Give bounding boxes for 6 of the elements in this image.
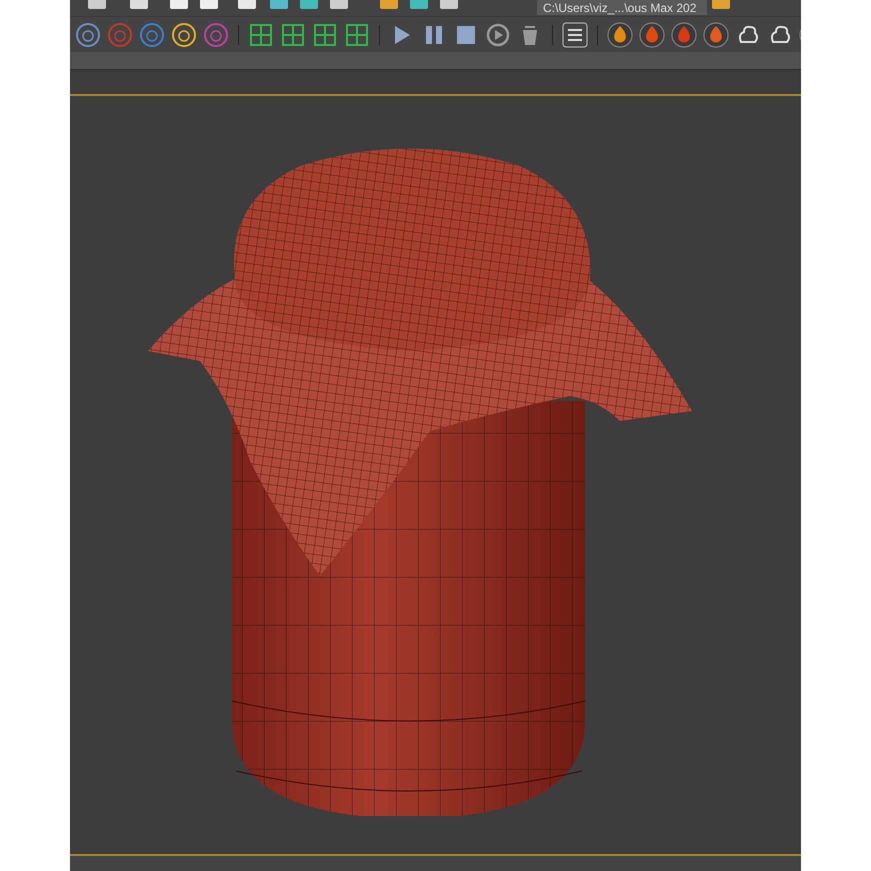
flame-icon[interactable] xyxy=(607,22,633,48)
viewport[interactable] xyxy=(70,94,801,856)
path-field[interactable]: C:\Users\viz_...\ous Max 202 xyxy=(537,0,707,15)
flame-icon[interactable] xyxy=(639,22,665,48)
checklist-icon[interactable] xyxy=(562,22,588,48)
replay-icon[interactable] xyxy=(485,22,511,48)
